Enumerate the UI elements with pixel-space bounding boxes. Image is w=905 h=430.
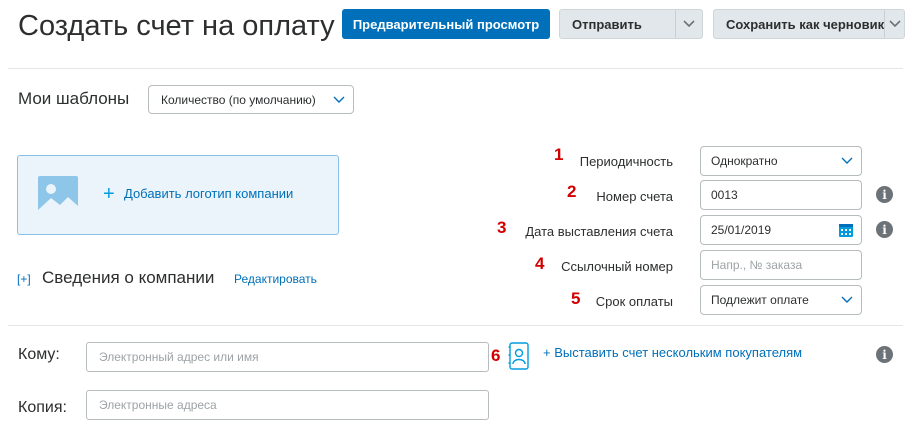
frequency-value: Однократно [711, 154, 778, 168]
to-input[interactable]: Электронный адрес или имя [86, 342, 489, 372]
annotation-number-2: 2 [567, 182, 577, 201]
add-logo-area[interactable]: + Добавить логотип компании [17, 155, 339, 235]
due-value: Подлежит оплате [711, 293, 809, 307]
send-button-label: Отправить [572, 16, 642, 32]
chevron-down-icon [333, 96, 345, 103]
reference-input[interactable]: Напр., № заказа [700, 250, 862, 280]
frequency-label: Периодичность [579, 154, 673, 169]
annotation-number-3: 3 [497, 218, 507, 237]
cc-label: Копия: [18, 399, 67, 416]
annotation-number-5: 5 [571, 289, 581, 308]
info-icon[interactable]: i [876, 186, 893, 203]
to-label: Кому: [18, 346, 60, 363]
company-expand-toggle[interactable]: [+] [17, 272, 31, 286]
template-select[interactable]: Количество (по умолчанию) [148, 85, 354, 114]
chevron-down-icon [841, 296, 853, 303]
due-label: Срок оплаты [595, 294, 673, 309]
save-draft-label: Сохранить как черновик [726, 16, 885, 32]
due-select[interactable]: Подлежит оплате [700, 285, 862, 315]
annotation-number-6: 6 [491, 346, 501, 365]
cc-input[interactable]: Электронные адреса [86, 390, 489, 420]
cc-placeholder: Электронные адреса [99, 398, 217, 412]
annotation-number-1: 1 [554, 145, 564, 164]
chevron-down-icon [683, 20, 695, 28]
section-divider [8, 325, 903, 326]
contact-book-icon[interactable] [508, 341, 530, 371]
send-options-toggle[interactable] [675, 10, 702, 38]
to-placeholder: Электронный адрес или имя [99, 350, 259, 364]
multiple-recipients-link[interactable]: + Выставить счет нескольким покупателям [543, 345, 802, 360]
company-info-label: Сведения о компании [42, 268, 215, 287]
plus-icon: + [103, 183, 115, 205]
annotation-number-4: 4 [535, 254, 545, 273]
templates-label: Мои шаблоны [18, 89, 130, 108]
invoice-date-value: 25/01/2019 [711, 223, 772, 237]
send-button[interactable]: Отправить [559, 9, 703, 39]
save-draft-button[interactable]: Сохранить как черновик [713, 9, 905, 39]
preview-button[interactable]: Предварительный просмотр [342, 9, 550, 39]
invoice-number-input[interactable]: 0013 [700, 180, 862, 210]
save-options-toggle[interactable] [884, 10, 904, 38]
header-divider [8, 68, 903, 69]
info-icon[interactable]: i [876, 346, 893, 363]
preview-button-label: Предварительный просмотр [352, 16, 540, 32]
add-logo-label: Добавить логотип компании [124, 186, 294, 201]
calendar-button[interactable] [831, 222, 861, 238]
info-icon[interactable]: i [876, 221, 893, 238]
invoice-number-label: Номер счета [596, 189, 673, 204]
invoice-date-label: Дата выставления счета [525, 224, 673, 239]
invoice-date-input[interactable]: 25/01/2019 [700, 215, 862, 245]
reference-placeholder: Напр., № заказа [711, 258, 803, 272]
calendar-icon [839, 224, 853, 237]
frequency-select[interactable]: Однократно [700, 146, 862, 176]
image-icon [38, 176, 78, 216]
chevron-down-icon [888, 20, 901, 28]
invoice-number-value: 0013 [711, 188, 738, 202]
company-edit-link[interactable]: Редактировать [234, 272, 317, 286]
page-title: Создать счет на оплату [18, 10, 335, 42]
template-select-value: Количество (по умолчанию) [161, 92, 316, 107]
reference-label: Ссылочный номер [561, 259, 673, 274]
chevron-down-icon [841, 157, 853, 164]
